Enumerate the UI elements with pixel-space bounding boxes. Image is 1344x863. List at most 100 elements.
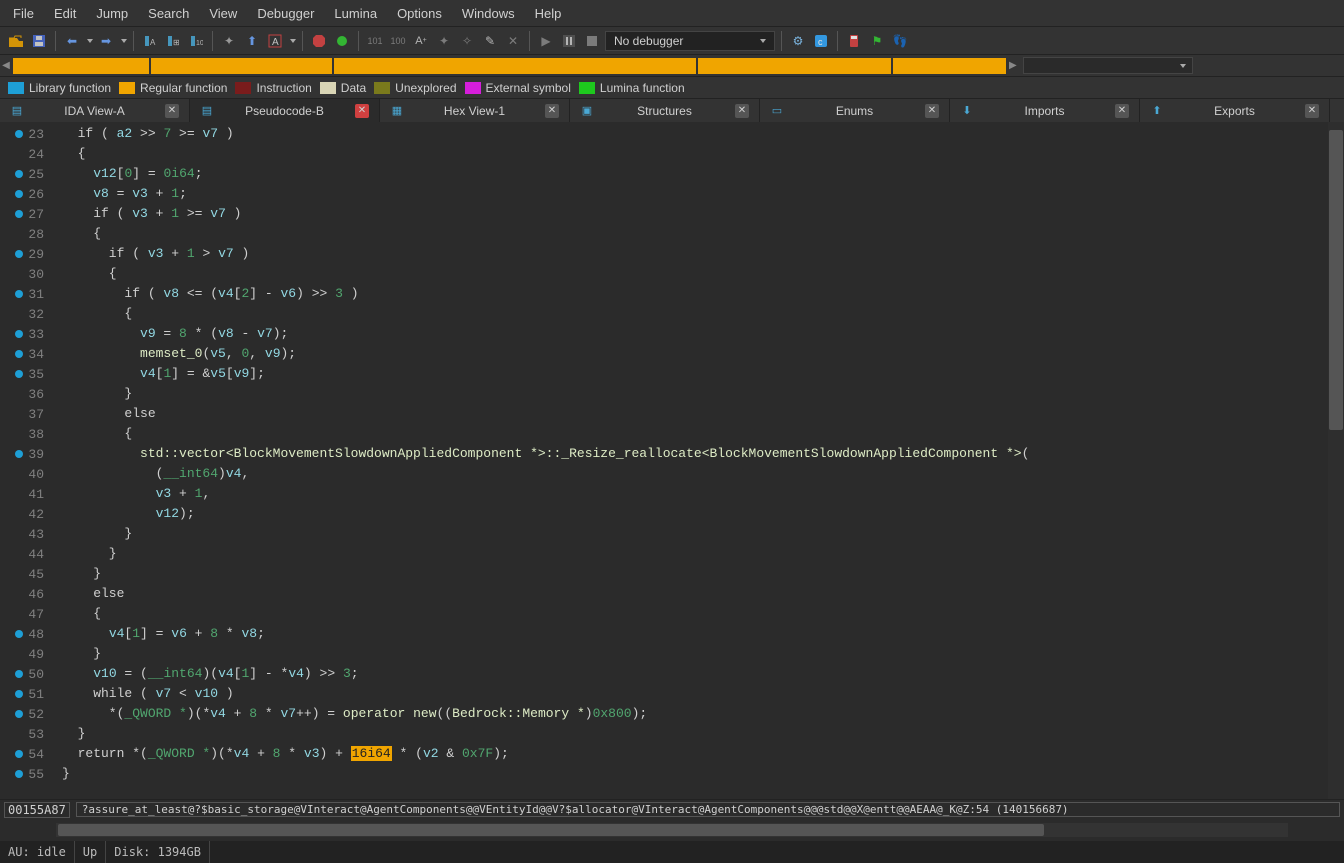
breakpoint-icon[interactable] [15,370,23,378]
code-line[interactable]: { [62,424,1344,444]
code-line[interactable]: v10 = (__int64)(v4[1] - *v4) >> 3; [62,664,1344,684]
code-line[interactable]: } [62,384,1344,404]
back-dropdown[interactable] [87,39,93,43]
cursor-icon[interactable]: ✦ [219,31,239,51]
gutter-line[interactable]: 39 [0,444,48,464]
code-line[interactable]: v12); [62,504,1344,524]
back-icon[interactable]: ⬅ [62,31,82,51]
gutter-line[interactable]: 45 [0,564,48,584]
code-line[interactable]: return *(_QWORD *)(*v4 + 8 * v3) + 16i64… [62,744,1344,764]
gutter-line[interactable]: 26 [0,184,48,204]
breakpoint-icon[interactable] [15,770,23,778]
tab-ida-view-a[interactable]: ▤IDA View-A✕ [0,99,190,122]
gutter-line[interactable]: 53 [0,724,48,744]
code-line[interactable]: (__int64)v4, [62,464,1344,484]
menu-edit[interactable]: Edit [45,3,85,24]
gutter-line[interactable]: 51 [0,684,48,704]
tab-exports[interactable]: ⬆Exports✕ [1140,99,1330,122]
breakpoint-icon[interactable] [15,710,23,718]
play-icon[interactable]: ▶ [536,31,556,51]
gutter-line[interactable]: 49 [0,644,48,664]
breakpoint-icon[interactable] [15,210,23,218]
stop-icon[interactable] [309,31,329,51]
edit-icon[interactable]: ✎ [480,31,500,51]
gutter-line[interactable]: 34 [0,344,48,364]
code-line[interactable]: { [62,144,1344,164]
wand-icon[interactable]: ✧ [457,31,477,51]
breakpoint-icon[interactable] [15,450,23,458]
gutter-line[interactable]: 46 [0,584,48,604]
up-icon[interactable]: ⬆ [242,31,262,51]
gutter-line[interactable]: 23 [0,124,48,144]
tab-structures[interactable]: ▣Structures✕ [570,99,760,122]
menu-search[interactable]: Search [139,3,198,24]
tab-enums[interactable]: ▭Enums✕ [760,99,950,122]
code-line[interactable]: std::vector<BlockMovementSlowdownApplied… [62,444,1344,464]
gutter-line[interactable]: 28 [0,224,48,244]
gutter-line[interactable]: 29 [0,244,48,264]
tab-close-icon[interactable]: ✕ [925,104,939,118]
mark2-icon[interactable]: ⊞ [163,31,183,51]
breakpoint-icon[interactable] [15,170,23,178]
gutter-line[interactable]: 31 [0,284,48,304]
nav-seg[interactable] [151,58,332,74]
mark3-icon[interactable]: 101 [186,31,206,51]
aplus-icon[interactable]: A+ [411,31,431,51]
breakpoint-icon[interactable] [15,190,23,198]
tab-close-icon[interactable]: ✕ [1115,104,1129,118]
menu-debugger[interactable]: Debugger [248,3,323,24]
code-line[interactable]: } [62,724,1344,744]
gutter-line[interactable]: 40 [0,464,48,484]
db5-icon[interactable]: 👣 [890,31,910,51]
menu-windows[interactable]: Windows [453,3,524,24]
code-line[interactable]: else [62,404,1344,424]
forward-icon[interactable]: ➡ [96,31,116,51]
code-line[interactable]: v9 = 8 * (v8 - v7); [62,324,1344,344]
tab-close-icon[interactable]: ✕ [735,104,749,118]
db1-icon[interactable]: ⚙ [788,31,808,51]
nav-seg[interactable] [698,58,890,74]
gutter-line[interactable]: 24 [0,144,48,164]
gutter-line[interactable]: 50 [0,664,48,684]
code-line[interactable]: *(_QWORD *)(*v4 + 8 * v7++) = operator n… [62,704,1344,724]
gutter-line[interactable]: 35 [0,364,48,384]
db3-icon[interactable] [844,31,864,51]
breakpoint-icon[interactable] [15,630,23,638]
menu-options[interactable]: Options [388,3,451,24]
nav-left-icon[interactable]: ◀ [0,55,12,76]
gutter-line[interactable]: 33 [0,324,48,344]
code-line[interactable]: v4[1] = v6 + 8 * v8; [62,624,1344,644]
gutter-line[interactable]: 41 [0,484,48,504]
tab-close-icon[interactable]: ✕ [545,104,559,118]
gutter-line[interactable]: 54 [0,744,48,764]
code-line[interactable]: v12[0] = 0i64; [62,164,1344,184]
code-line[interactable]: } [62,524,1344,544]
gutter-line[interactable]: 37 [0,404,48,424]
code-line[interactable]: else [62,584,1344,604]
gutter-line[interactable]: 42 [0,504,48,524]
code-line[interactable]: while ( v7 < v10 ) [62,684,1344,704]
breakpoint-icon[interactable] [15,750,23,758]
code-line[interactable]: { [62,304,1344,324]
tab-hex-view-1[interactable]: ▦Hex View-1✕ [380,99,570,122]
code-line[interactable]: v3 + 1, [62,484,1344,504]
tab-imports[interactable]: ⬇Imports✕ [950,99,1140,122]
menu-jump[interactable]: Jump [87,3,137,24]
code-line[interactable]: if ( v8 <= (v4[2] - v6) >> 3 ) [62,284,1344,304]
code-area[interactable]: if ( a2 >> 7 >= v7 ) { v12[0] = 0i64; v8… [48,122,1344,799]
debugger-select[interactable]: No debugger [605,31,775,51]
breakpoint-icon[interactable] [15,250,23,258]
menu-lumina[interactable]: Lumina [325,3,386,24]
gutter-line[interactable]: 27 [0,204,48,224]
code-line[interactable]: } [62,764,1344,784]
code-line[interactable]: if ( v3 + 1 > v7 ) [62,244,1344,264]
code-line[interactable]: memset_0(v5, 0, v9); [62,344,1344,364]
gutter-line[interactable]: 48 [0,624,48,644]
nav-seg[interactable] [893,58,1006,74]
hex1-icon[interactable]: 101 [365,31,385,51]
nav-right-icon[interactable]: ▶ [1007,55,1019,76]
open-icon[interactable] [6,31,26,51]
breakpoint-icon[interactable] [15,290,23,298]
code-line[interactable]: v8 = v3 + 1; [62,184,1344,204]
breakpoint-icon[interactable] [15,350,23,358]
